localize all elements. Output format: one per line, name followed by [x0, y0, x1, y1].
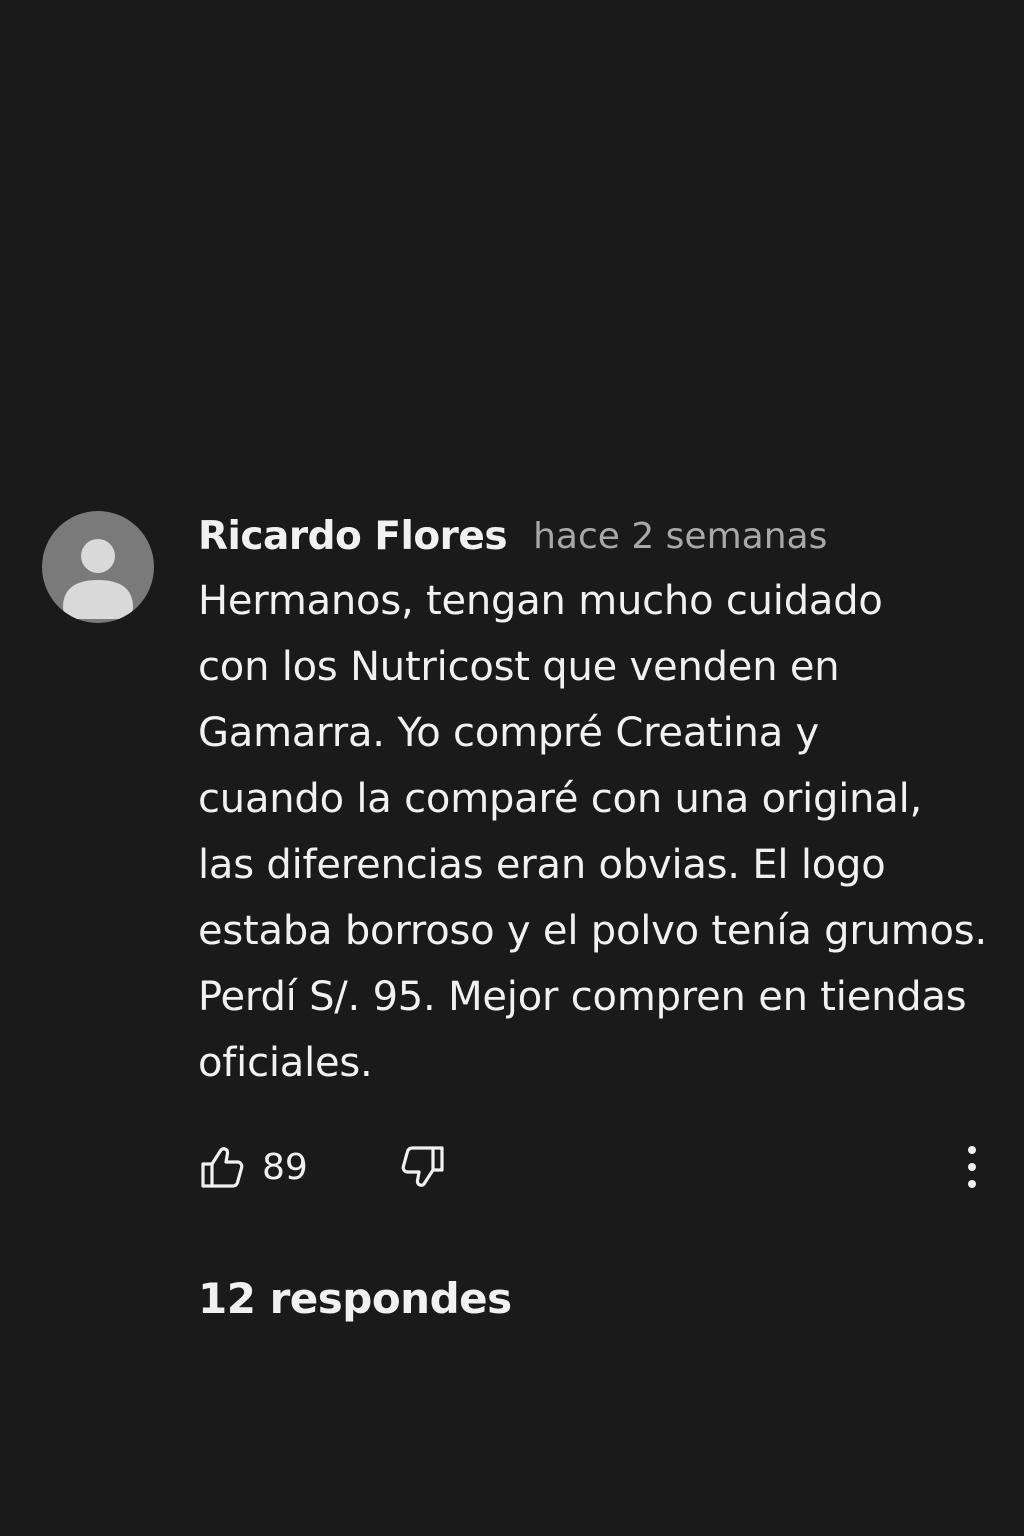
comment-line: cuando la comparé con una original, — [198, 776, 923, 822]
user-avatar[interactable] — [42, 511, 154, 623]
comment-line: las diferencias eran obvias. El logo — [198, 842, 886, 888]
comment-screen: Ricardo Flores hace 2 semanas Hermanos, … — [0, 0, 1024, 1536]
user-silhouette-icon — [63, 539, 133, 619]
comment-text: Hermanos, tengan mucho cuidado con los N… — [198, 568, 1024, 1096]
dislike-button[interactable] — [396, 1140, 450, 1194]
comment-line: con los Nutricost que venden en — [198, 644, 840, 690]
more-options-button[interactable] — [952, 1140, 992, 1194]
comment-timestamp[interactable]: hace 2 semanas — [533, 516, 827, 557]
comment-line: estaba borroso y el polvo tenía grumos. — [198, 908, 987, 954]
comment-line: oficiales. — [198, 1040, 373, 1086]
comment-line: Perdí S/. 95. Mejor compren en tiendas — [198, 974, 967, 1020]
like-button[interactable]: 89 — [198, 1140, 308, 1194]
author-name[interactable]: Ricardo Flores — [198, 514, 508, 559]
vertical-ellipsis-icon — [968, 1146, 976, 1188]
replies-toggle[interactable]: 12 respondes — [198, 1274, 512, 1323]
thumbs-up-icon — [201, 1147, 244, 1188]
comment-line: Gamarra. Yo compré Creatina y — [198, 710, 819, 756]
comment-line: Hermanos, tengan mucho cuidado — [198, 578, 883, 624]
like-count: 89 — [262, 1146, 308, 1188]
comment-header: Ricardo Flores hace 2 semanas — [198, 510, 827, 562]
thumbs-down-icon — [401, 1146, 444, 1187]
